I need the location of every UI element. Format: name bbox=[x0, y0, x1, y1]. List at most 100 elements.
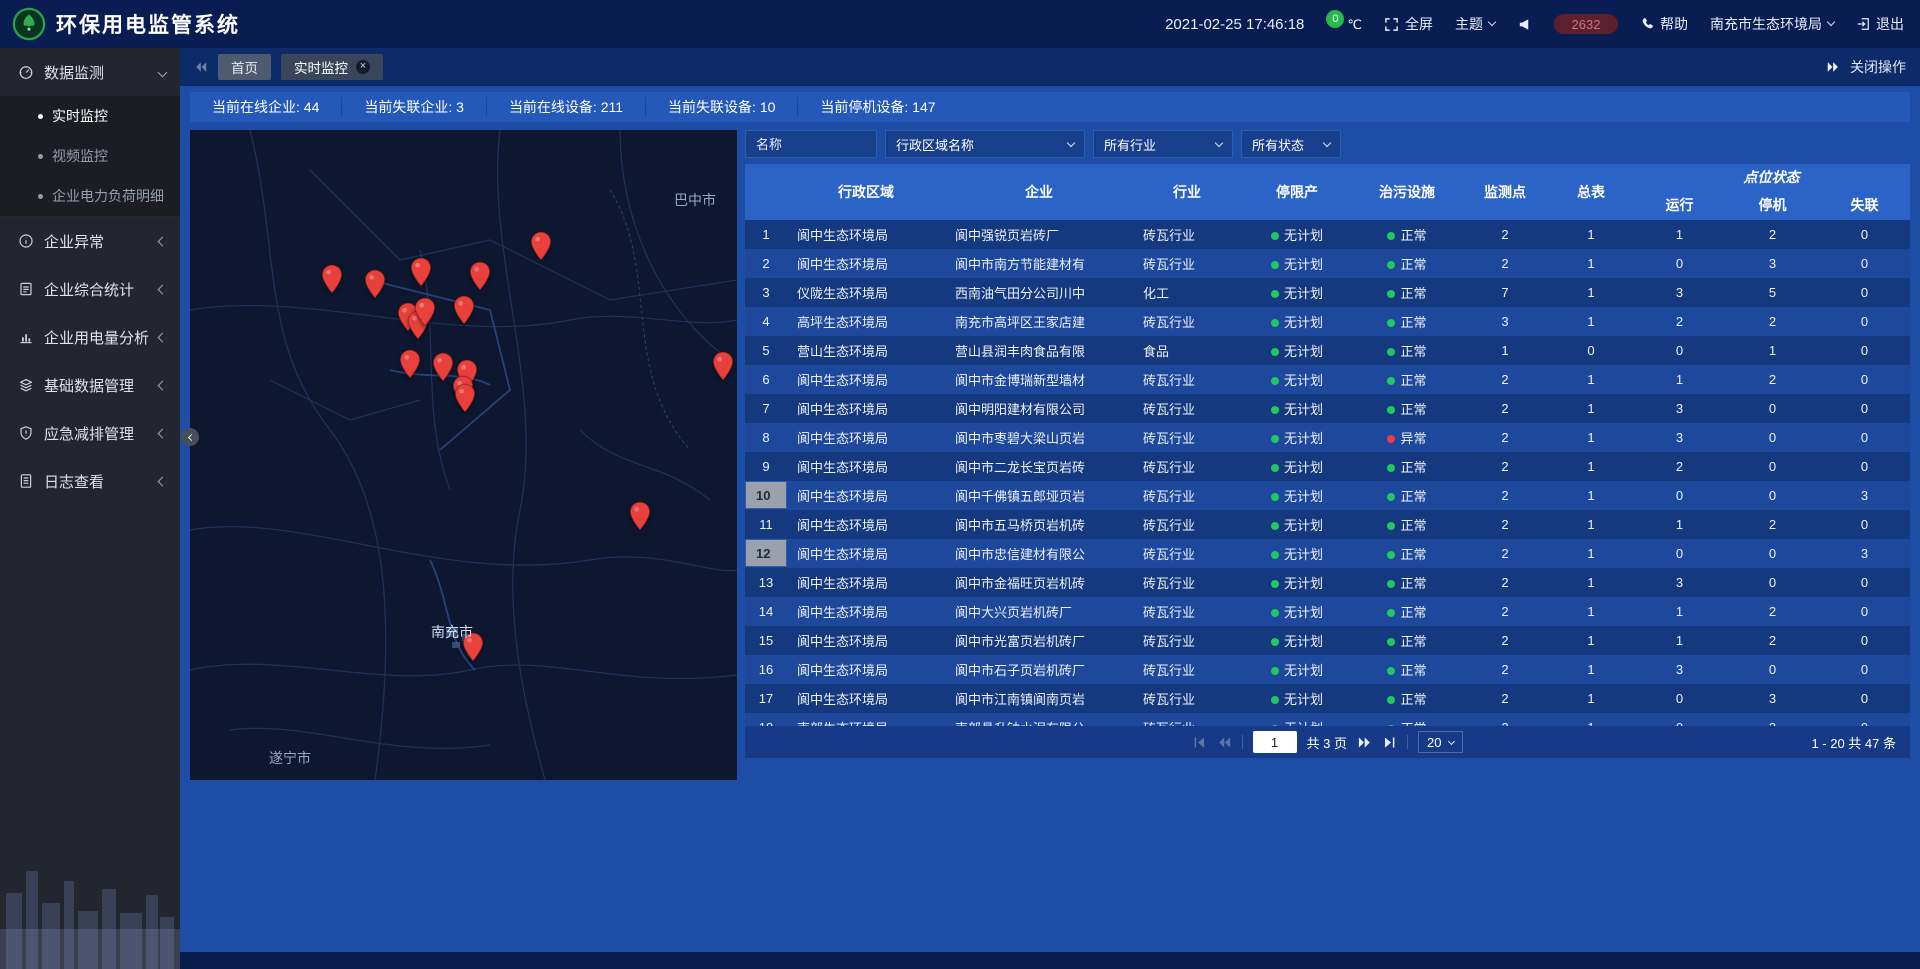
cell-total-meters: 1 bbox=[1549, 365, 1633, 394]
col-region: 行政区域 bbox=[787, 164, 945, 220]
cell-production-status: 无计划 bbox=[1241, 278, 1353, 307]
cell-company: 阆中市江南镇阆南页岩 bbox=[945, 684, 1133, 713]
status-filter-select[interactable]: 所有状态 bbox=[1241, 130, 1341, 158]
sidebar-section-enterprise-abnormal[interactable]: 企业异常 bbox=[0, 217, 180, 265]
pager-divider bbox=[1407, 735, 1408, 749]
sidebar-item-video-monitor[interactable]: 视频监控 bbox=[0, 136, 180, 176]
cell-company: 南部县升钟水泥有限公 bbox=[945, 713, 1133, 726]
cell-production-status: 无计划 bbox=[1241, 539, 1353, 568]
pin-icon bbox=[454, 383, 476, 413]
map-pin[interactable] bbox=[530, 231, 552, 261]
sidebar-section-power-usage-analysis[interactable]: 企业用电量分析 bbox=[0, 313, 180, 361]
sidebar-section-base-data-management[interactable]: 基础数据管理 bbox=[0, 361, 180, 409]
cell-company: 南充市高坪区王家店建 bbox=[945, 307, 1133, 336]
sound-button[interactable] bbox=[1517, 17, 1532, 32]
fullscreen-button[interactable]: 全屏 bbox=[1384, 14, 1433, 34]
close-operations-button[interactable]: 关闭操作 bbox=[1850, 57, 1906, 77]
table-row[interactable]: 4高坪生态环境局南充市高坪区王家店建砖瓦行业无计划正常31220 bbox=[745, 307, 1910, 336]
notification-badge[interactable]: 2632 bbox=[1554, 14, 1618, 34]
tab-realtime-monitor[interactable]: 实时监控 bbox=[281, 54, 383, 80]
table-row[interactable]: 13阆中生态环境局阆中市金福旺页岩机砖砖瓦行业无计划正常21300 bbox=[745, 568, 1910, 597]
sidebar-item-power-load-detail[interactable]: 企业电力负荷明细 bbox=[0, 176, 180, 216]
org-dropdown[interactable]: 南充市生态环境局 bbox=[1710, 14, 1834, 34]
table-row[interactable]: 9阆中生态环境局阆中市二龙长宝页岩砖砖瓦行业无计划正常21200 bbox=[745, 452, 1910, 481]
table-row[interactable]: 3仪陇生态环境局西南油气田分公司川中化工无计划正常71350 bbox=[745, 278, 1910, 307]
theme-dropdown[interactable]: 主题 bbox=[1455, 14, 1495, 34]
cell-facility-status: 正常 bbox=[1353, 365, 1461, 394]
tab-close-icon[interactable] bbox=[356, 60, 370, 74]
cell-monitor-points: 2 bbox=[1461, 365, 1549, 394]
cell-industry: 砖瓦行业 bbox=[1133, 365, 1241, 394]
first-page-button[interactable] bbox=[1192, 735, 1207, 750]
cell-total-meters: 0 bbox=[1549, 336, 1633, 365]
sidebar-section-log-view[interactable]: 日志查看 bbox=[0, 457, 180, 505]
tabs-scroll-right-button[interactable] bbox=[1826, 60, 1840, 74]
cell-facility-status: 正常 bbox=[1353, 307, 1461, 336]
table-row[interactable]: 18南部生态环境局南部县升钟水泥有限公砖瓦行业无计划正常21030 bbox=[745, 713, 1910, 726]
table-row[interactable]: 5营山生态环境局营山县润丰肉食品有限食品无计划正常10010 bbox=[745, 336, 1910, 365]
logout-button[interactable]: 退出 bbox=[1856, 14, 1904, 34]
chevron-down-icon bbox=[1827, 18, 1835, 26]
prev-page-button[interactable] bbox=[1217, 735, 1232, 750]
next-page-button[interactable] bbox=[1357, 735, 1372, 750]
tab-home[interactable]: 首页 bbox=[218, 54, 271, 80]
map-pin[interactable] bbox=[364, 269, 386, 299]
last-page-button[interactable] bbox=[1382, 735, 1397, 750]
cell-company: 阆中市忠信建材有限公 bbox=[945, 539, 1133, 568]
table-row[interactable]: 14阆中生态环境局阆中大兴页岩机砖厂砖瓦行业无计划正常21120 bbox=[745, 597, 1910, 626]
map-pin[interactable] bbox=[414, 297, 436, 327]
status-dot-green bbox=[1387, 464, 1395, 472]
map-collapse-button[interactable] bbox=[181, 428, 199, 446]
table-row[interactable]: 12阆中生态环境局阆中市忠信建材有限公砖瓦行业无计划正常21003 bbox=[745, 539, 1910, 568]
cell-region: 仪陇生态环境局 bbox=[787, 278, 945, 307]
table-row[interactable]: 8阆中生态环境局阆中市枣碧大梁山页岩砖瓦行业无计划异常21300 bbox=[745, 423, 1910, 452]
map-panel[interactable]: 巴中市南充市遂宁市 bbox=[190, 130, 737, 780]
table-row[interactable]: 7阆中生态环境局阆中明阳建材有限公司砖瓦行业无计划正常21300 bbox=[745, 394, 1910, 423]
sidebar-section-emergency-reduction[interactable]: 应急减排管理 bbox=[0, 409, 180, 457]
cell-company: 阆中市金福旺页岩机砖 bbox=[945, 568, 1133, 597]
sidebar-section-data-monitoring[interactable]: 数据监测 bbox=[0, 48, 180, 96]
pagination-bar: 共 3 页 20 1 - 20 共 47 条 bbox=[745, 726, 1910, 758]
status-dot-green bbox=[1271, 377, 1279, 385]
cell-industry: 砖瓦行业 bbox=[1133, 394, 1241, 423]
chevron-left-icon bbox=[158, 428, 168, 438]
cell-stopped: 2 bbox=[1726, 510, 1819, 539]
help-button[interactable]: 帮助 bbox=[1640, 14, 1688, 34]
map-pin[interactable] bbox=[469, 261, 491, 291]
cell-stopped: 5 bbox=[1726, 278, 1819, 307]
status-dot-green bbox=[1387, 580, 1395, 588]
tabs-scroll-left-button[interactable] bbox=[194, 60, 208, 74]
sidebar-section-enterprise-statistics[interactable]: 企业综合统计 bbox=[0, 265, 180, 313]
map-pin[interactable] bbox=[321, 264, 343, 294]
col-index bbox=[745, 164, 787, 220]
cell-stopped: 0 bbox=[1726, 452, 1819, 481]
region-filter-select[interactable]: 行政区域名称 bbox=[885, 130, 1085, 158]
map-pin[interactable] bbox=[410, 257, 432, 287]
page-number-input[interactable] bbox=[1253, 731, 1297, 753]
map-pin[interactable] bbox=[432, 352, 454, 382]
table-row[interactable]: 17阆中生态环境局阆中市江南镇阆南页岩砖瓦行业无计划正常21030 bbox=[745, 684, 1910, 713]
map-pin[interactable] bbox=[629, 501, 651, 531]
status-dot-green bbox=[1271, 464, 1279, 472]
table-row[interactable]: 11阆中生态环境局阆中市五马桥页岩机砖砖瓦行业无计划正常21120 bbox=[745, 510, 1910, 539]
col-pollution-facility: 治污设施 bbox=[1353, 164, 1461, 220]
table-row[interactable]: 16阆中生态环境局阆中市石子页岩机砖厂砖瓦行业无计划正常21300 bbox=[745, 655, 1910, 684]
map-pin[interactable] bbox=[454, 383, 476, 413]
name-filter-input[interactable] bbox=[745, 130, 877, 158]
page-size-select[interactable]: 20 bbox=[1418, 731, 1463, 753]
sidebar-item-realtime-monitor[interactable]: 实时监控 bbox=[0, 96, 180, 136]
cell-offline: 0 bbox=[1819, 452, 1910, 481]
table-body: 1阆中生态环境局阆中强锐页岩砖厂砖瓦行业无计划正常211202阆中生态环境局阆中… bbox=[745, 220, 1910, 726]
table-row[interactable]: 10阆中生态环境局阆中千佛镇五郎垭页岩砖瓦行业无计划正常21003 bbox=[745, 481, 1910, 510]
table-row[interactable]: 1阆中生态环境局阆中强锐页岩砖厂砖瓦行业无计划正常21120 bbox=[745, 220, 1910, 249]
map-pin[interactable] bbox=[453, 295, 475, 325]
table-row[interactable]: 2阆中生态环境局阆中市南方节能建材有砖瓦行业无计划正常21030 bbox=[745, 249, 1910, 278]
table-row[interactable]: 15阆中生态环境局阆中市光富页岩机砖厂砖瓦行业无计划正常21120 bbox=[745, 626, 1910, 655]
cell-industry: 砖瓦行业 bbox=[1133, 626, 1241, 655]
table-row[interactable]: 6阆中生态环境局阆中市金博瑞新型墙材砖瓦行业无计划正常21120 bbox=[745, 365, 1910, 394]
cell-industry: 化工 bbox=[1133, 278, 1241, 307]
cell-stopped: 2 bbox=[1726, 307, 1819, 336]
map-pin[interactable] bbox=[399, 349, 421, 379]
industry-filter-select[interactable]: 所有行业 bbox=[1093, 130, 1233, 158]
map-pin[interactable] bbox=[712, 351, 734, 381]
